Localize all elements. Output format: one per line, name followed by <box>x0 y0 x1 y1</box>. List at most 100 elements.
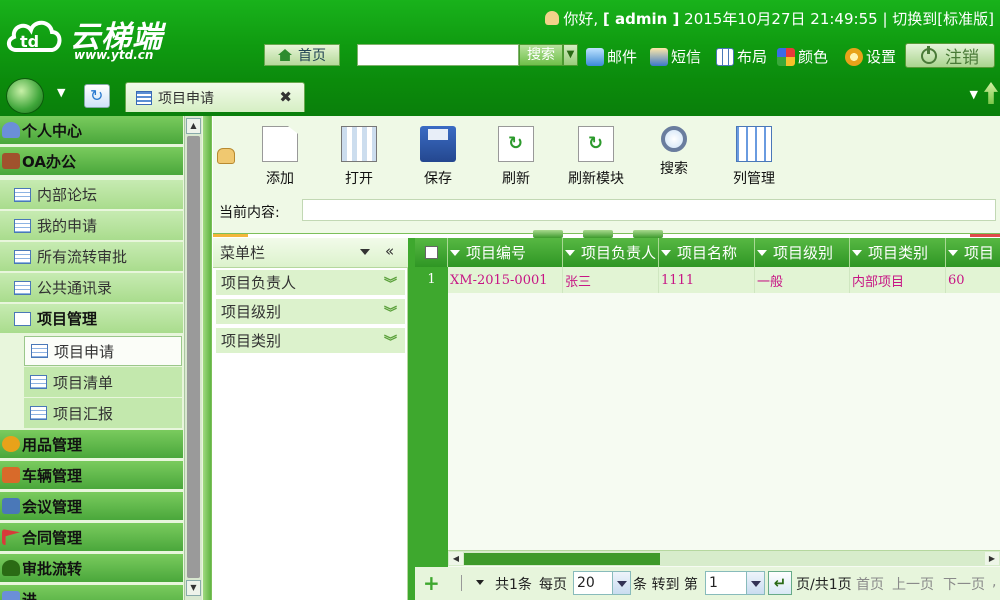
refresh-module-button[interactable]: 刷新模块 <box>561 126 631 192</box>
page-number-select[interactable]: 1 <box>705 571 765 595</box>
sidebar-group-personal[interactable]: 个人中心 <box>0 116 183 145</box>
logout-button[interactable]: 注销 <box>905 43 995 68</box>
layout-link[interactable]: 布局 <box>716 46 767 67</box>
column-header-type[interactable]: 项目类别 <box>850 238 946 267</box>
sidebar-item-project-summary[interactable]: 项目汇报 <box>24 398 182 428</box>
scroll-down-arrow-icon[interactable]: ▼ <box>186 580 201 596</box>
sort-arrow-icon[interactable] <box>757 249 767 256</box>
add-button[interactable]: 添加 <box>245 126 315 192</box>
cell-owner[interactable]: 张三 <box>563 267 659 293</box>
search-input[interactable] <box>357 44 519 66</box>
expand-chevron-icon[interactable]: ︾ <box>384 331 397 350</box>
sidebar-scrollbar[interactable]: ▲ ▼ <box>184 116 202 600</box>
column-header-code[interactable]: 项目编号 <box>448 238 563 267</box>
refresh-button[interactable]: 刷新 <box>481 126 551 192</box>
scrollbar-thumb[interactable] <box>187 136 200 578</box>
home-button[interactable]: 首页 <box>264 44 340 66</box>
sort-arrow-icon[interactable] <box>450 249 460 256</box>
sidebar-item-project-mgmt[interactable]: 项目管理 <box>0 304 183 334</box>
table-row[interactable]: 1 XM-2015-0001 张三 1111 一般 内部项目 60 <box>415 267 1000 293</box>
search-tool-button[interactable]: 搜索 <box>639 126 709 192</box>
sidebar-group-meetings[interactable]: 会议管理 <box>0 492 183 521</box>
splitter-handle-right-icon[interactable] <box>633 230 663 238</box>
first-page-link[interactable]: 首页 <box>856 574 884 594</box>
main-menu-dropdown-icon[interactable]: ▼ <box>57 86 65 99</box>
sort-arrow-icon[interactable] <box>948 249 958 256</box>
sidebar-group-approval[interactable]: 审批流转 <box>0 554 183 583</box>
per-page-select[interactable]: 20 <box>573 571 631 595</box>
open-button[interactable]: 打开 <box>324 126 394 192</box>
filter-panel: 菜单栏 « 项目负责人 ︾ 项目级别 ︾ 项目类别 ︾ <box>213 238 408 600</box>
splitter-handle-center-icon[interactable] <box>583 230 613 238</box>
current-content-label: 当前内容: <box>219 205 280 221</box>
column-header-name[interactable]: 项目名称 <box>659 238 755 267</box>
sidebar-group-oa[interactable]: OA办公 <box>0 147 183 176</box>
sidebar-item-forum[interactable]: 内部论坛 <box>0 180 183 210</box>
sidebar-item-project-list[interactable]: 项目清单 <box>24 367 182 397</box>
sidebar-item-all-approvals[interactable]: 所有流转审批 <box>0 242 183 272</box>
sidebar-group-supplies[interactable]: 用品管理 <box>0 430 183 459</box>
sms-link[interactable]: 短信 <box>650 46 701 67</box>
sort-arrow-icon[interactable] <box>565 249 575 256</box>
settings-link[interactable]: 设置 <box>845 46 896 67</box>
column-manager-button[interactable]: 列管理 <box>719 126 789 192</box>
chevron-down-icon[interactable] <box>612 572 630 594</box>
scroll-up-arrow-icon[interactable]: ▲ <box>186 118 201 134</box>
scroll-right-arrow-icon[interactable]: ▶ <box>985 552 999 565</box>
search-dropdown-icon[interactable]: ▼ <box>563 44 578 66</box>
main-menu-orb-icon[interactable] <box>6 78 44 114</box>
filter-item-owner[interactable]: 项目负责人 ︾ <box>215 269 406 296</box>
filter-item-type[interactable]: 项目类别 ︾ <box>215 327 406 354</box>
tab-project-apply[interactable]: 项目申请 ✖ <box>125 82 305 112</box>
cell-type[interactable]: 内部项目 <box>850 267 946 293</box>
color-palette-icon <box>777 47 795 66</box>
filter-item-level[interactable]: 项目级别 ︾ <box>215 298 406 325</box>
next-page-link[interactable]: 下一页 <box>943 574 985 594</box>
filter-dropdown-icon[interactable] <box>360 249 370 255</box>
expand-chevron-icon[interactable]: ︾ <box>384 302 397 321</box>
current-content-field[interactable] <box>302 199 996 221</box>
scroll-left-arrow-icon[interactable]: ◀ <box>449 552 463 565</box>
sort-arrow-icon[interactable] <box>852 249 862 256</box>
sidebar-item-project-apply[interactable]: 项目申请 <box>24 336 182 366</box>
horizontal-scrollbar-thumb[interactable] <box>464 553 660 565</box>
sidebar-group-more[interactable]: 进 <box>0 585 183 600</box>
search-button[interactable]: 搜索 <box>519 44 563 66</box>
cell-level[interactable]: 一般 <box>755 267 850 293</box>
expand-chevron-icon[interactable]: ︾ <box>384 273 397 292</box>
layout-label: 布局 <box>737 48 768 66</box>
go-page-button[interactable]: ↵ <box>768 571 792 595</box>
sidebar-item-my-requests[interactable]: 我的申请 <box>0 211 183 241</box>
cell-name[interactable]: 1111 <box>659 267 755 293</box>
sidebar-group-vehicles[interactable]: 车辆管理 <box>0 461 183 490</box>
refresh-page-icon[interactable] <box>84 84 110 108</box>
sidebar-splitter[interactable] <box>203 116 211 600</box>
cell-period[interactable]: 60 <box>946 267 1000 293</box>
pager-menu-dropdown-icon[interactable] <box>476 580 484 585</box>
sidebar-group-label: 车辆管理 <box>22 466 83 485</box>
column-header-owner[interactable]: 项目负责人 <box>563 238 659 267</box>
add-row-icon[interactable]: + <box>423 571 440 595</box>
cell-code[interactable]: XM-2015-0001 <box>448 267 563 293</box>
color-link[interactable]: 颜色 <box>777 46 828 67</box>
sidebar-group-contracts[interactable]: 合同管理 <box>0 523 183 552</box>
collapse-header-arrow-icon[interactable] <box>984 82 998 104</box>
switch-version-link[interactable]: 切换到[标准版] <box>892 10 994 28</box>
sidebar-item-contacts[interactable]: 公共通讯录 <box>0 273 183 303</box>
column-header-period[interactable]: 项目 <box>946 238 1000 267</box>
tab-list-dropdown-icon[interactable]: ▼ <box>970 88 978 101</box>
table-icon <box>14 218 31 233</box>
close-tab-icon[interactable]: ✖ <box>279 88 292 106</box>
mail-link[interactable]: 邮件 <box>586 46 637 67</box>
chevron-down-icon[interactable] <box>746 572 764 594</box>
sort-arrow-icon[interactable] <box>661 249 671 256</box>
splitter-handle-left-icon[interactable] <box>533 230 563 238</box>
panel-splitter[interactable] <box>408 238 415 600</box>
select-all-checkbox[interactable] <box>425 246 438 259</box>
username[interactable]: [ admin ] <box>603 10 679 28</box>
save-button[interactable]: 保存 <box>403 126 473 192</box>
prev-page-link[interactable]: 上一页 <box>892 574 934 594</box>
horizontal-scrollbar[interactable]: ◀ ▶ <box>448 550 1000 566</box>
column-header-level[interactable]: 项目级别 <box>755 238 850 267</box>
collapse-panel-icon[interactable]: « <box>385 242 394 260</box>
